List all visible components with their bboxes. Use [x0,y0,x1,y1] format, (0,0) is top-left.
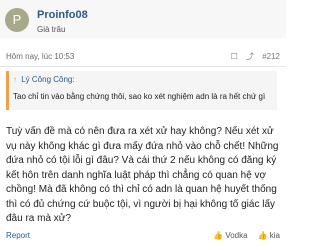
reaction-user[interactable]: Vodka [225,231,247,240]
post-number[interactable]: #212 [262,52,280,61]
share-icon[interactable]: ⤴ [246,52,254,61]
username-link[interactable]: Proinfo08 [37,9,88,21]
reactions-list: 👍 Vodka 👍 kia [205,231,280,240]
reaction-item[interactable]: 👍 Vodka [213,231,249,240]
quote-header[interactable]: ↑ Lý Công Công: [13,75,75,84]
report-link[interactable]: Report [6,231,30,240]
post-header: P Proinfo08 Già trâu [0,0,286,38]
reaction-user[interactable]: kia [270,231,280,240]
quote-text: Tao chỉ tin vào bằng chứng thôi, sao ko … [13,92,266,101]
quote-block: ↑ Lý Công Công: Tao chỉ tin vào bằng chứ… [6,71,277,110]
post-date[interactable]: Hôm nay, lúc 10:53 [6,52,74,61]
quote-arrow-icon: ↑ [13,75,17,84]
post-body: Tuỳ vấn đề mà có nên đưa ra xét xử hay k… [6,126,279,224]
post-meta-actions: ☐ ⤴ #212 [225,51,280,62]
post-meta: Hôm nay, lúc 10:53 ☐ ⤴ #212 [0,52,286,67]
bookmark-icon[interactable]: ☐ [231,52,238,61]
post-footer: Report 👍 Vodka 👍 kia [0,229,286,245]
user-title: Già trâu [37,25,66,34]
thumbs-up-icon: 👍 [213,231,224,240]
reaction-item[interactable]: 👍 kia [258,231,280,240]
quote-author[interactable]: Lý Công Công: [21,75,74,84]
thumbs-up-icon: 👍 [257,231,268,240]
avatar[interactable]: P [5,8,29,32]
